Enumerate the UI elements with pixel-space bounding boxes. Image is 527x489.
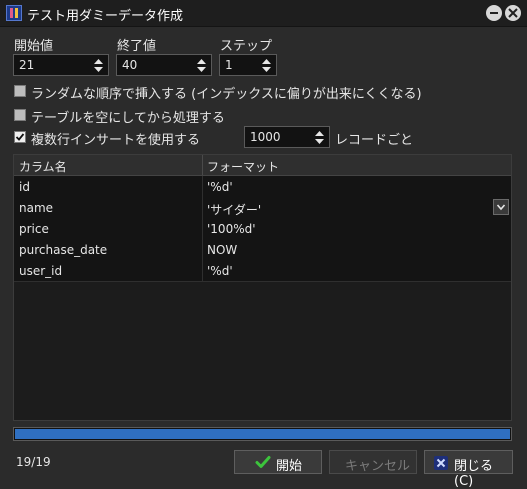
chevron-down-icon bbox=[496, 204, 506, 211]
batch-size-input[interactable]: 1000 bbox=[244, 126, 330, 148]
cell-divider bbox=[202, 218, 203, 239]
truncate-label: テーブルを空にしてから処理する bbox=[31, 111, 225, 126]
format-dropdown-button[interactable] bbox=[493, 199, 509, 215]
start-button-label: 開始 bbox=[276, 459, 303, 474]
cancel-button-label: キャンセル bbox=[345, 459, 411, 474]
cell-divider bbox=[202, 239, 203, 260]
format-header[interactable]: フォーマット bbox=[207, 158, 279, 175]
column-name-cell: id bbox=[19, 180, 30, 194]
batch-suffix-label: レコードごと bbox=[335, 133, 414, 148]
table-row[interactable]: price '100%d' bbox=[14, 218, 511, 240]
status-count: 19/19 bbox=[16, 455, 51, 469]
table-row[interactable]: purchase_date NOW bbox=[14, 239, 511, 261]
cell-divider bbox=[202, 176, 203, 197]
column-name-cell: user_id bbox=[19, 264, 63, 278]
step-label: ステップ bbox=[220, 39, 273, 54]
close-button-label: 閉じる(C) bbox=[454, 459, 494, 489]
random-order-checkbox[interactable] bbox=[14, 85, 26, 97]
start-button[interactable]: 開始 bbox=[234, 450, 322, 474]
minimize-button[interactable] bbox=[486, 5, 502, 21]
column-name-cell: name bbox=[19, 201, 54, 215]
spin-up-icon[interactable] bbox=[195, 57, 208, 65]
format-cell[interactable]: '100%d' bbox=[207, 222, 256, 236]
format-cell[interactable]: '%d' bbox=[207, 264, 233, 278]
random-order-label: ランダムな順序で挿入する (インデックスに偏りが出来にくくなる) bbox=[31, 87, 422, 102]
spin-down-icon[interactable] bbox=[260, 66, 273, 74]
close-window-button[interactable] bbox=[505, 5, 521, 21]
format-cell[interactable]: 'サイダー' bbox=[207, 201, 261, 218]
start-value-input[interactable]: 21 bbox=[13, 54, 109, 76]
spin-up-icon[interactable] bbox=[313, 129, 326, 137]
progress-bar bbox=[13, 427, 512, 441]
window-title: テスト用ダミーデータ作成 bbox=[27, 9, 184, 24]
checkmark-icon bbox=[15, 133, 25, 141]
batch-size-text: 1000 bbox=[250, 130, 281, 144]
truncate-checkbox[interactable] bbox=[14, 109, 26, 121]
grid-header: カラム名 フォーマット bbox=[14, 155, 511, 176]
cell-divider bbox=[202, 260, 203, 281]
spinner-arrows[interactable] bbox=[92, 57, 105, 73]
step-value-text: 1 bbox=[225, 58, 233, 72]
spin-down-icon[interactable] bbox=[313, 138, 326, 146]
spin-down-icon[interactable] bbox=[92, 66, 105, 74]
multi-insert-checkbox[interactable] bbox=[14, 131, 26, 143]
spinner-arrows[interactable] bbox=[313, 129, 326, 145]
close-icon bbox=[508, 8, 518, 18]
table-row[interactable]: user_id '%d' bbox=[14, 260, 511, 282]
spin-up-icon[interactable] bbox=[92, 57, 105, 65]
cancel-button[interactable]: キャンセル bbox=[329, 450, 417, 474]
start-value-label: 開始値 bbox=[14, 39, 54, 54]
spin-down-icon[interactable] bbox=[195, 66, 208, 74]
step-input[interactable]: 1 bbox=[219, 54, 277, 76]
format-cell[interactable]: '%d' bbox=[207, 180, 233, 194]
column-name-header[interactable]: カラム名 bbox=[19, 158, 67, 175]
spinner-arrows[interactable] bbox=[195, 57, 208, 73]
title-bar: テスト用ダミーデータ作成 bbox=[0, 0, 527, 27]
table-row[interactable]: name 'サイダー' bbox=[14, 197, 511, 219]
end-value-label: 終了値 bbox=[117, 39, 157, 54]
start-value-text: 21 bbox=[19, 58, 35, 72]
progress-fill bbox=[15, 429, 510, 439]
end-value-input[interactable]: 40 bbox=[116, 54, 212, 76]
spin-up-icon[interactable] bbox=[260, 57, 273, 65]
spinner-arrows[interactable] bbox=[260, 57, 273, 73]
table-row[interactable]: id '%d' bbox=[14, 176, 511, 198]
green-check-icon bbox=[255, 456, 271, 468]
multi-insert-label: 複数行インサートを使用する bbox=[31, 133, 201, 148]
blue-x-icon bbox=[434, 456, 448, 470]
header-divider bbox=[202, 155, 203, 175]
app-icon bbox=[6, 5, 22, 21]
column-name-cell: price bbox=[19, 222, 49, 236]
end-value-text: 40 bbox=[122, 58, 138, 72]
column-name-cell: purchase_date bbox=[19, 243, 108, 257]
cell-divider bbox=[202, 197, 203, 218]
column-format-grid[interactable]: カラム名 フォーマット id '%d' name 'サイダー' price '1… bbox=[13, 154, 512, 421]
format-cell[interactable]: NOW bbox=[207, 243, 237, 257]
close-button[interactable]: 閉じる(C) bbox=[424, 450, 513, 489]
